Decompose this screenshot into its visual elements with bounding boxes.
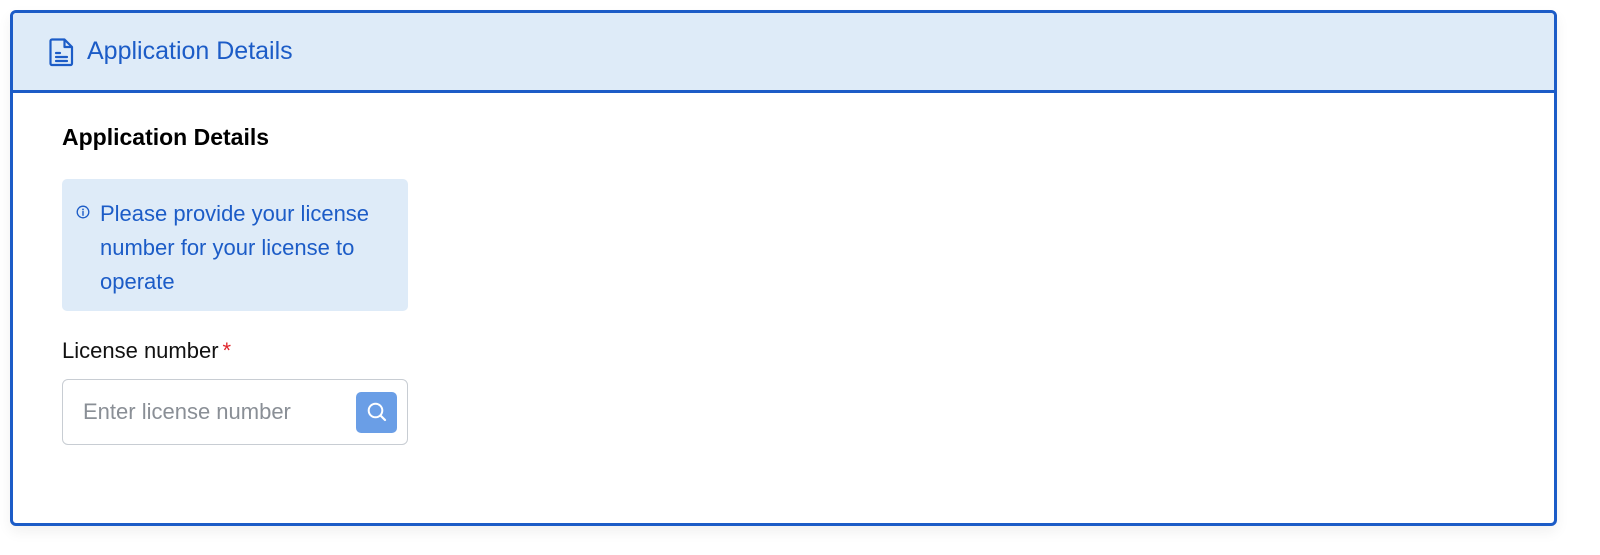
card-header: Application Details: [13, 13, 1554, 93]
license-number-input[interactable]: [83, 399, 356, 425]
application-details-card: Application Details Application Details …: [10, 10, 1557, 526]
license-number-input-group: [62, 379, 408, 445]
required-marker: *: [222, 338, 232, 363]
section-title: Application Details: [62, 124, 270, 150]
info-message: Please provide your license number for y…: [100, 201, 370, 294]
card-header-title: Application Details: [87, 37, 293, 65]
search-icon: [366, 401, 388, 423]
info-icon: [76, 205, 90, 219]
card-body: Application Details Please provide your …: [13, 93, 1554, 445]
license-number-label-text: License number: [62, 338, 219, 363]
search-button[interactable]: [356, 391, 397, 433]
info-callout: Please provide your license number for y…: [62, 179, 408, 311]
license-number-label: License number *: [62, 337, 1554, 365]
document-icon: [49, 37, 75, 67]
